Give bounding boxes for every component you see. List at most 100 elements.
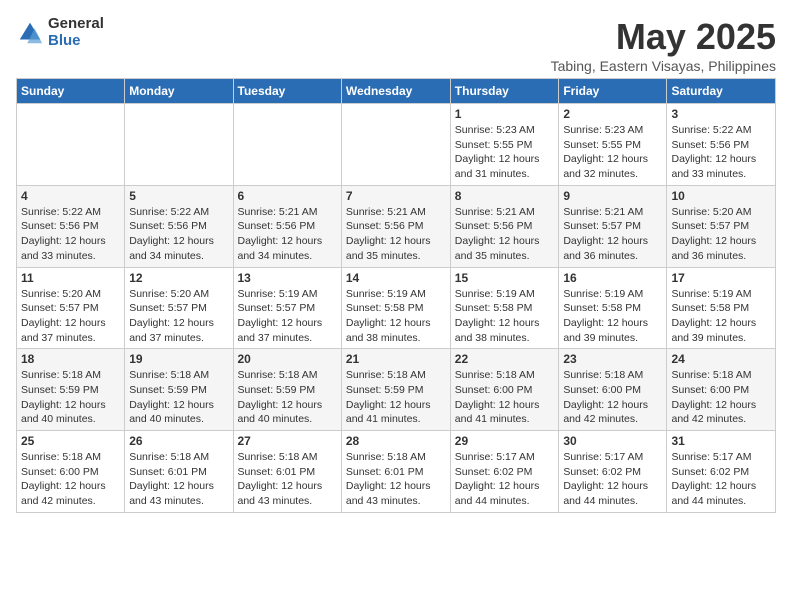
day-info: Sunrise: 5:21 AMSunset: 5:56 PMDaylight:… (238, 205, 337, 264)
day-number: 8 (455, 189, 555, 203)
day-info: Sunrise: 5:21 AMSunset: 5:56 PMDaylight:… (346, 205, 446, 264)
day-number: 16 (563, 271, 662, 285)
calendar-cell: 6 Sunrise: 5:21 AMSunset: 5:56 PMDaylight… (233, 185, 341, 267)
day-info: Sunrise: 5:17 AMSunset: 6:02 PMDaylight:… (563, 450, 662, 509)
calendar-cell: 10 Sunrise: 5:20 AMSunset: 5:57 PMDayligh… (667, 185, 776, 267)
day-number: 27 (238, 434, 337, 448)
day-info: Sunrise: 5:22 AMSunset: 5:56 PMDaylight:… (129, 205, 228, 264)
calendar-cell: 12 Sunrise: 5:20 AMSunset: 5:57 PMDayligh… (125, 267, 233, 349)
day-number: 15 (455, 271, 555, 285)
day-info: Sunrise: 5:18 AMSunset: 5:59 PMDaylight:… (21, 368, 120, 427)
logo-general: General (48, 16, 104, 33)
col-saturday: Saturday (667, 79, 776, 104)
calendar-cell: 28Sunrise: 5:18 AMSunset: 6:01 PMDayligh… (341, 431, 450, 513)
calendar-header-row: Sunday Monday Tuesday Wednesday Thursday… (17, 79, 776, 104)
calendar-week-1: 1 Sunrise: 5:23 AMSunset: 5:55 PMDaylight… (17, 104, 776, 186)
calendar-cell: 25 Sunrise: 5:18 AMSunset: 6:00 PMDayligh… (17, 431, 125, 513)
day-info: Sunrise: 5:19 AMSunset: 5:57 PMDaylight:… (238, 287, 337, 346)
day-number: 2 (563, 107, 662, 121)
calendar-cell: 17 Sunrise: 5:19 AMSunset: 5:58 PMDayligh… (667, 267, 776, 349)
day-info: Sunrise: 5:20 AMSunset: 5:57 PMDaylight:… (129, 287, 228, 346)
calendar-cell: 20 Sunrise: 5:18 AMSunset: 5:59 PMDayligh… (233, 349, 341, 431)
day-number: 7 (346, 189, 446, 203)
col-sunday: Sunday (17, 79, 125, 104)
page-header: General Blue May 2025 Tabing, Eastern Vi… (16, 16, 776, 74)
calendar-cell (233, 104, 341, 186)
day-info: Sunrise: 5:18 AMSunset: 6:00 PMDaylight:… (671, 368, 771, 427)
col-tuesday: Tuesday (233, 79, 341, 104)
calendar-cell: 26 Sunrise: 5:18 AMSunset: 6:01 PMDayligh… (125, 431, 233, 513)
day-number: 10 (671, 189, 771, 203)
day-info: Sunrise: 5:18 AMSunset: 6:00 PMDaylight:… (21, 450, 120, 509)
calendar-cell: 23Sunrise: 5:18 AMSunset: 6:00 PMDayligh… (559, 349, 667, 431)
day-info: Sunrise: 5:17 AMSunset: 6:02 PMDaylight:… (671, 450, 771, 509)
day-info: Sunrise: 5:23 AMSunset: 5:55 PMDaylight:… (455, 123, 555, 182)
logo: General Blue (16, 16, 104, 49)
logo-text: General Blue (48, 16, 104, 49)
calendar-cell (17, 104, 125, 186)
calendar-cell: 18 Sunrise: 5:18 AMSunset: 5:59 PMDayligh… (17, 349, 125, 431)
logo-icon (16, 19, 44, 47)
day-number: 24 (671, 352, 771, 366)
day-number: 25 (21, 434, 120, 448)
day-number: 23 (563, 352, 662, 366)
calendar-cell: 15 Sunrise: 5:19 AMSunset: 5:58 PMDayligh… (450, 267, 559, 349)
calendar-cell: 22Sunrise: 5:18 AMSunset: 6:00 PMDayligh… (450, 349, 559, 431)
day-number: 17 (671, 271, 771, 285)
calendar-cell: 30 Sunrise: 5:17 AMSunset: 6:02 PMDayligh… (559, 431, 667, 513)
day-number: 29 (455, 434, 555, 448)
day-info: Sunrise: 5:18 AMSunset: 6:01 PMDaylight:… (129, 450, 228, 509)
day-info: Sunrise: 5:17 AMSunset: 6:02 PMDaylight:… (455, 450, 555, 509)
day-number: 14 (346, 271, 446, 285)
calendar-cell: 2 Sunrise: 5:23 AMSunset: 5:55 PMDaylight… (559, 104, 667, 186)
calendar-cell: 19Sunrise: 5:18 AMSunset: 5:59 PMDayligh… (125, 349, 233, 431)
calendar-cell: 24 Sunrise: 5:18 AMSunset: 6:00 PMDayligh… (667, 349, 776, 431)
calendar-cell: 11Sunrise: 5:20 AMSunset: 5:57 PMDayligh… (17, 267, 125, 349)
col-monday: Monday (125, 79, 233, 104)
day-number: 20 (238, 352, 337, 366)
calendar-cell: 21 Sunrise: 5:18 AMSunset: 5:59 PMDayligh… (341, 349, 450, 431)
day-info: Sunrise: 5:21 AMSunset: 5:57 PMDaylight:… (563, 205, 662, 264)
col-wednesday: Wednesday (341, 79, 450, 104)
calendar-cell (125, 104, 233, 186)
calendar-cell: 8Sunrise: 5:21 AMSunset: 5:56 PMDaylight… (450, 185, 559, 267)
calendar-cell: 13Sunrise: 5:19 AMSunset: 5:57 PMDayligh… (233, 267, 341, 349)
calendar-week-2: 4 Sunrise: 5:22 AMSunset: 5:56 PMDaylight… (17, 185, 776, 267)
calendar-cell: 7 Sunrise: 5:21 AMSunset: 5:56 PMDaylight… (341, 185, 450, 267)
day-number: 18 (21, 352, 120, 366)
day-number: 5 (129, 189, 228, 203)
calendar-cell: 1 Sunrise: 5:23 AMSunset: 5:55 PMDaylight… (450, 104, 559, 186)
day-info: Sunrise: 5:23 AMSunset: 5:55 PMDaylight:… (563, 123, 662, 182)
day-info: Sunrise: 5:20 AMSunset: 5:57 PMDaylight:… (671, 205, 771, 264)
day-info: Sunrise: 5:18 AMSunset: 5:59 PMDaylight:… (346, 368, 446, 427)
day-info: Sunrise: 5:18 AMSunset: 5:59 PMDaylight:… (238, 368, 337, 427)
day-info: Sunrise: 5:18 AMSunset: 6:00 PMDaylight:… (455, 368, 555, 427)
day-info: Sunrise: 5:22 AMSunset: 5:56 PMDaylight:… (21, 205, 120, 264)
day-number: 12 (129, 271, 228, 285)
day-number: 1 (455, 107, 555, 121)
logo-blue: Blue (48, 33, 104, 50)
calendar-title: May 2025 (551, 16, 776, 58)
day-number: 6 (238, 189, 337, 203)
calendar-week-4: 18 Sunrise: 5:18 AMSunset: 5:59 PMDayligh… (17, 349, 776, 431)
day-number: 3 (671, 107, 771, 121)
day-number: 4 (21, 189, 120, 203)
day-number: 31 (671, 434, 771, 448)
day-number: 21 (346, 352, 446, 366)
title-block: May 2025 Tabing, Eastern Visayas, Philip… (551, 16, 776, 74)
calendar-cell: 9Sunrise: 5:21 AMSunset: 5:57 PMDaylight… (559, 185, 667, 267)
calendar-cell: 31 Sunrise: 5:17 AMSunset: 6:02 PMDayligh… (667, 431, 776, 513)
day-number: 30 (563, 434, 662, 448)
calendar-cell: 16 Sunrise: 5:19 AMSunset: 5:58 PMDayligh… (559, 267, 667, 349)
calendar-cell: 4 Sunrise: 5:22 AMSunset: 5:56 PMDaylight… (17, 185, 125, 267)
day-info: Sunrise: 5:19 AMSunset: 5:58 PMDaylight:… (455, 287, 555, 346)
day-number: 26 (129, 434, 228, 448)
calendar-cell: 27Sunrise: 5:18 AMSunset: 6:01 PMDayligh… (233, 431, 341, 513)
calendar-week-5: 25 Sunrise: 5:18 AMSunset: 6:00 PMDayligh… (17, 431, 776, 513)
day-info: Sunrise: 5:19 AMSunset: 5:58 PMDaylight:… (671, 287, 771, 346)
calendar-cell (341, 104, 450, 186)
calendar-cell: 5 Sunrise: 5:22 AMSunset: 5:56 PMDaylight… (125, 185, 233, 267)
day-number: 11 (21, 271, 120, 285)
day-info: Sunrise: 5:19 AMSunset: 5:58 PMDaylight:… (563, 287, 662, 346)
day-info: Sunrise: 5:22 AMSunset: 5:56 PMDaylight:… (671, 123, 771, 182)
